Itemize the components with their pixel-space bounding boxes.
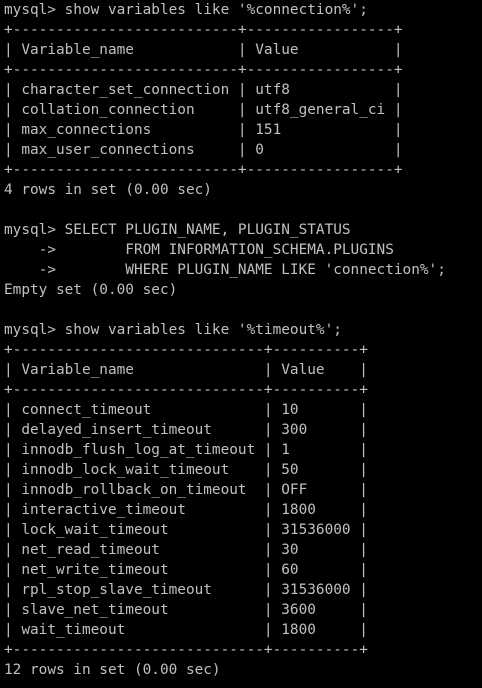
result-summary: 12 rows in set (0.00 sec) xyxy=(4,662,221,678)
table-row: | slave_net_timeout | 3600 | xyxy=(4,602,368,618)
table-row: | connect_timeout | 10 | xyxy=(4,402,368,418)
table-row: | net_write_timeout | 60 | xyxy=(4,562,368,578)
table-row: | rpl_stop_slave_timeout | 31536000 | xyxy=(4,582,368,598)
table-row: | delayed_insert_timeout | 300 | xyxy=(4,422,368,438)
table-row: | net_read_timeout | 30 | xyxy=(4,542,368,558)
table-row: | max_user_connections | 0 | xyxy=(4,142,403,158)
table-row: | max_connections | 151 | xyxy=(4,122,403,138)
table-border: +--------------------------+------------… xyxy=(4,22,403,38)
table-header: | Variable_name | Value | xyxy=(4,362,368,378)
table-border: +-----------------------------+---------… xyxy=(4,382,368,398)
command-continuation-line: -> WHERE PLUGIN_NAME LIKE 'connection%'; xyxy=(4,262,446,278)
table-row: | wait_timeout | 1800 | xyxy=(4,622,368,638)
result-summary: 4 rows in set (0.00 sec) xyxy=(4,182,212,198)
command-line-connection-query: mysql> show variables like '%connection%… xyxy=(4,2,368,18)
table-row: | lock_wait_timeout | 31536000 | xyxy=(4,522,368,538)
command-line-timeout-query: mysql> show variables like '%timeout%'; xyxy=(4,322,342,338)
table-row: | innodb_lock_wait_timeout | 50 | xyxy=(4,462,368,478)
terminal-window[interactable]: mysql> show variables like '%connection%… xyxy=(0,0,482,688)
table-row: | interactive_timeout | 1800 | xyxy=(4,502,368,518)
command-continuation-line: -> FROM INFORMATION_SCHEMA.PLUGINS xyxy=(4,242,394,258)
table-row: | collation_connection | utf8_general_ci… xyxy=(4,102,403,118)
table-border: +--------------------------+------------… xyxy=(4,62,403,78)
result-summary: Empty set (0.00 sec) xyxy=(4,282,178,298)
table-border: +-----------------------------+---------… xyxy=(4,642,368,658)
command-line-plugin-query: mysql> SELECT PLUGIN_NAME, PLUGIN_STATUS xyxy=(4,222,351,238)
table-header: | Variable_name | Value | xyxy=(4,42,403,58)
table-border: +--------------------------+------------… xyxy=(4,162,403,178)
table-row: | innodb_rollback_on_timeout | OFF | xyxy=(4,482,368,498)
table-row: | innodb_flush_log_at_timeout | 1 | xyxy=(4,442,368,458)
table-border: +-----------------------------+---------… xyxy=(4,342,368,358)
table-row: | character_set_connection | utf8 | xyxy=(4,82,403,98)
